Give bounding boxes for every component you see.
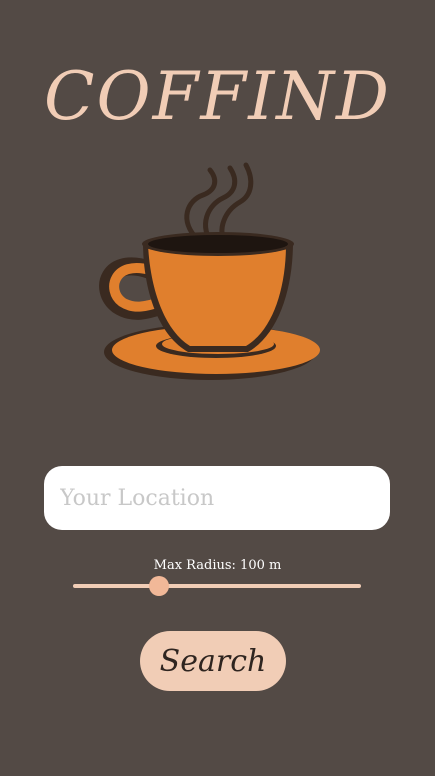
app-title: COFFIND <box>44 58 391 135</box>
radius-slider-thumb[interactable] <box>149 576 170 596</box>
location-input[interactable] <box>44 466 390 530</box>
radius-slider-track[interactable] <box>73 584 361 588</box>
coffee-cup-icon <box>99 162 320 380</box>
app-screen: COFFIND Max Radius: 100 m Search <box>0 0 435 776</box>
search-button[interactable]: Search <box>140 631 286 691</box>
max-radius-label: Max Radius: 100 m <box>153 558 282 573</box>
